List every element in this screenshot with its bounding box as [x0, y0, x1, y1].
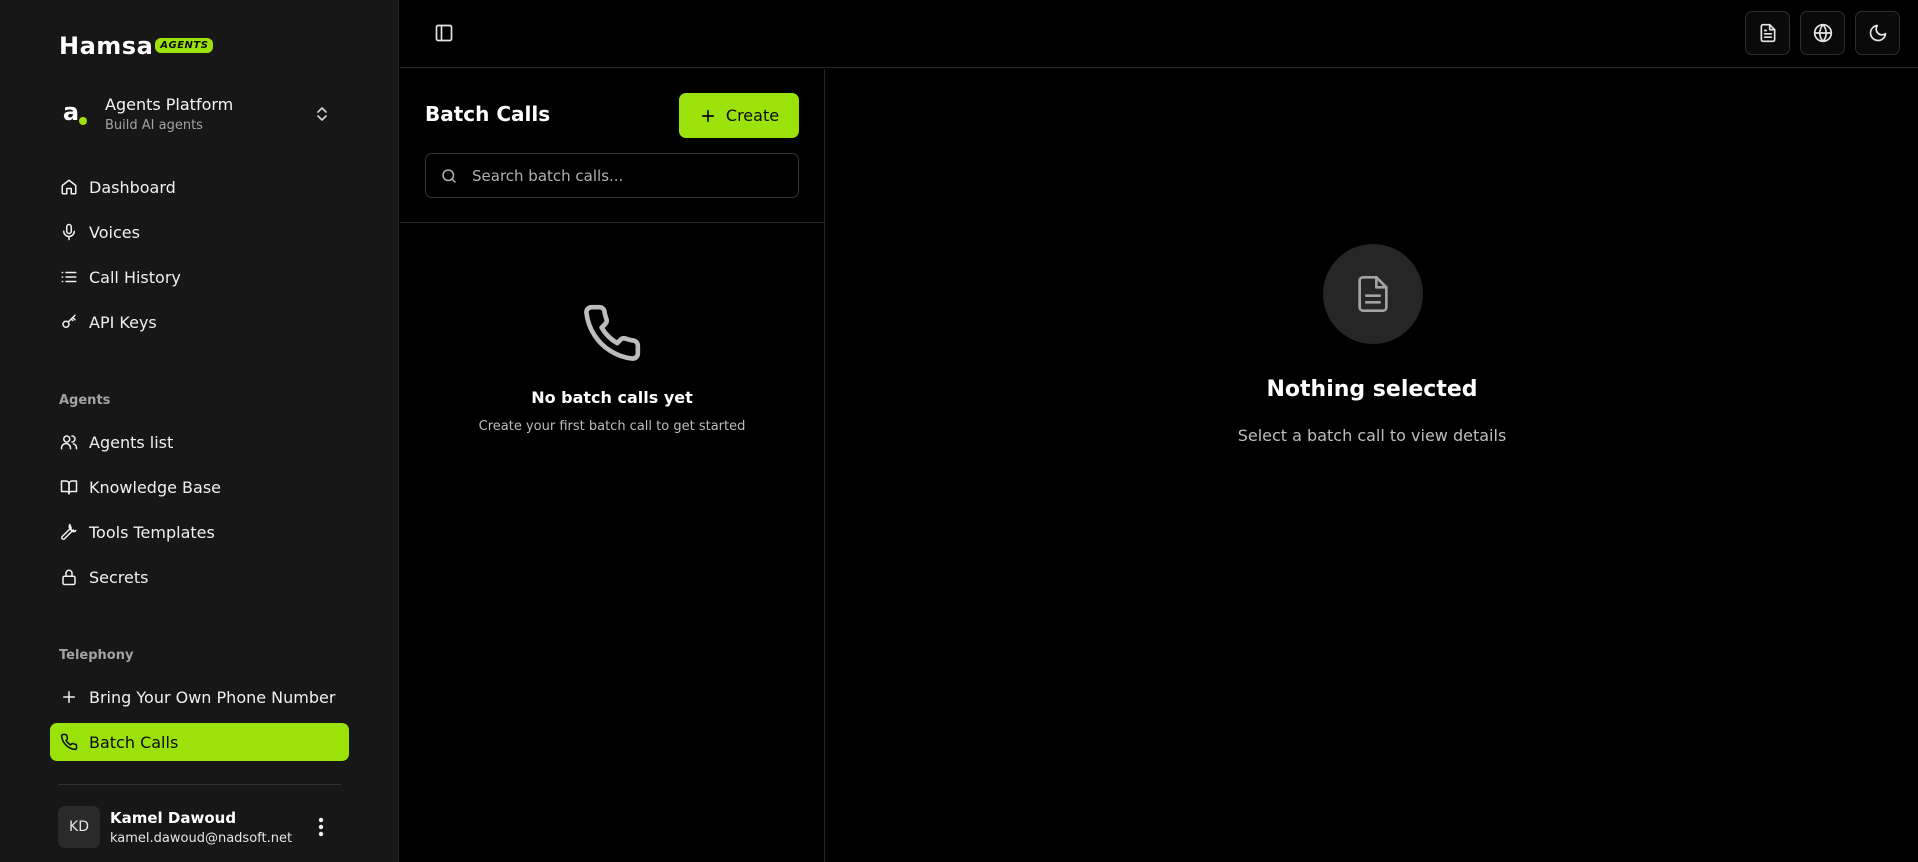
workspace-switcher[interactable]: a Agents Platform Build AI agents — [50, 88, 340, 140]
sidebar: Hamsa AGENTS a Agents Platform Build AI … — [0, 0, 399, 862]
topbar — [400, 0, 1918, 68]
nav-item-dashboard[interactable]: Dashboard — [50, 168, 349, 206]
chevron-up-down-icon — [317, 107, 327, 121]
brand-word: Hamsa — [59, 32, 154, 60]
brand-tag: AGENTS — [155, 37, 214, 53]
key-icon — [62, 314, 76, 328]
document-icon — [1358, 276, 1388, 312]
nav-item-bring-your-own-number[interactable]: Bring Your Own Phone Number — [50, 678, 349, 716]
nav-item-api-keys[interactable]: API Keys — [50, 303, 349, 341]
empty-state-title: No batch calls yet — [531, 388, 693, 407]
page-title: Batch Calls — [425, 102, 551, 126]
search-input[interactable] — [472, 166, 772, 185]
detail-title: Nothing selected — [1266, 377, 1478, 402]
nav-item-agents-list[interactable]: Agents list — [50, 423, 349, 461]
nav-item-knowledge-base[interactable]: Knowledge Base — [50, 468, 349, 506]
document-icon — [1760, 23, 1775, 43]
plus-icon — [63, 691, 75, 703]
section-label-telephony: Telephony — [59, 648, 134, 663]
detail-icon-circle — [1323, 244, 1423, 344]
section-label-agents: Agents — [59, 393, 111, 408]
users-icon — [60, 435, 78, 450]
workspace-avatar: a — [50, 93, 92, 135]
sidebar-divider — [58, 784, 341, 785]
phone-icon — [60, 733, 78, 751]
phone-icon — [584, 304, 641, 361]
language-button[interactable] — [1800, 11, 1845, 55]
batch-calls-list-panel: Batch Calls Create No batch calls yet Cr… — [400, 69, 825, 862]
brand-logo[interactable]: Hamsa AGENTS — [59, 30, 214, 62]
microphone-icon — [63, 223, 75, 241]
lock-icon — [62, 569, 76, 586]
sidebar-toggle-icon — [435, 24, 453, 42]
docs-button[interactable] — [1745, 11, 1790, 55]
main-nav: Dashboard Voices Call History API Keys — [50, 168, 349, 348]
moon-icon — [1869, 24, 1886, 42]
more-vertical-icon — [318, 817, 324, 837]
workspace-title: Agents Platform — [105, 95, 234, 114]
sidebar-toggle-button[interactable] — [430, 20, 458, 46]
telephony-nav: Bring Your Own Phone Number Batch Calls — [50, 678, 349, 768]
nav-item-call-history[interactable]: Call History — [50, 258, 349, 296]
detail-panel: Nothing selected Select a batch call to … — [826, 69, 1918, 862]
nav-item-secrets[interactable]: Secrets — [50, 558, 349, 596]
avatar: KD — [58, 806, 100, 848]
globe-icon — [1813, 23, 1832, 43]
search-icon — [442, 168, 456, 183]
empty-state-subtitle: Create your first batch call to get star… — [478, 419, 746, 434]
user-email: kamel.dawoud@nadsoft.net — [110, 830, 293, 846]
search-box[interactable] — [425, 153, 799, 198]
detail-subtitle: Select a batch call to view details — [1237, 426, 1507, 445]
theme-toggle-button[interactable] — [1855, 11, 1900, 55]
empty-state: No batch calls yet Create your first bat… — [400, 302, 824, 434]
home-icon — [61, 179, 77, 195]
wrench-icon — [61, 523, 77, 540]
nav-item-tools-templates[interactable]: Tools Templates — [50, 513, 349, 551]
create-button[interactable]: Create — [679, 93, 799, 138]
nav-item-batch-calls[interactable]: Batch Calls — [50, 723, 349, 761]
user-menu-button[interactable] — [310, 815, 332, 839]
plus-icon — [701, 109, 714, 122]
workspace-subtitle: Build AI agents — [105, 118, 203, 133]
create-button-label: Create — [725, 106, 780, 125]
list-divider — [400, 222, 824, 223]
list-icon — [61, 271, 77, 283]
user-name: Kamel Dawoud — [110, 808, 237, 827]
user-profile[interactable]: KD Kamel Dawoud kamel.dawoud@nadsoft.net — [58, 805, 328, 849]
book-icon — [60, 480, 78, 495]
agents-nav: Agents list Knowledge Base Tools Templat… — [50, 423, 349, 603]
nav-item-voices[interactable]: Voices — [50, 213, 349, 251]
